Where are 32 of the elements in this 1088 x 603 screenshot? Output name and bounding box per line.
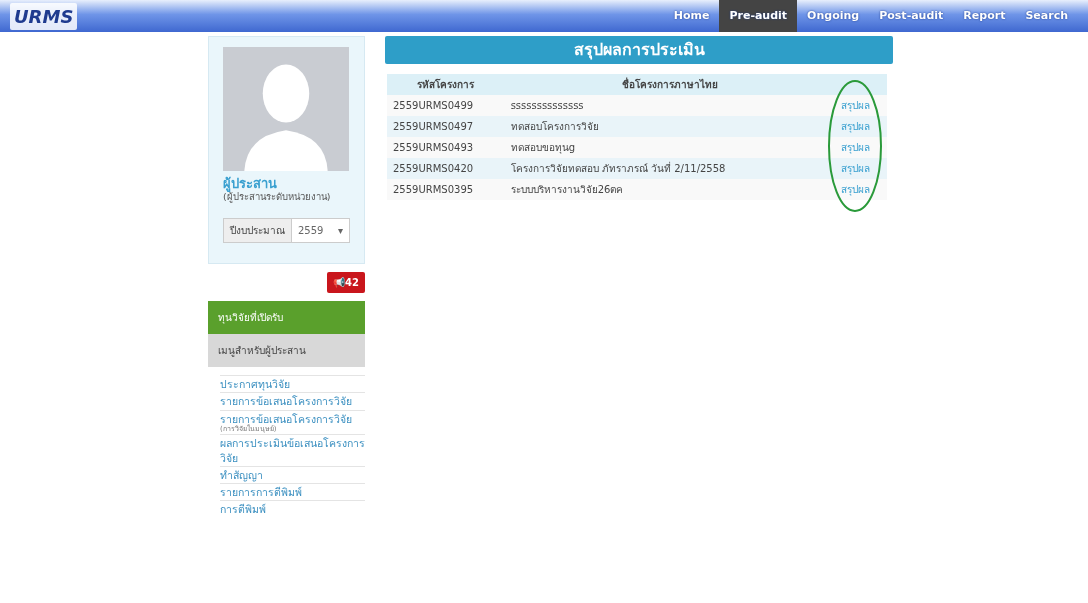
table-cell: 2559URMS0395: [387, 179, 505, 200]
page-title: สรุปผลการประเมิน: [385, 36, 893, 64]
user-role: (ผู้ประสานระดับหน่วยงาน): [223, 191, 332, 205]
menu-link[interactable]: ประกาศทุนวิจัย: [220, 375, 365, 393]
logo: URMS: [10, 2, 78, 30]
menu-link[interactable]: การตีพิมพ์: [220, 500, 365, 518]
nav-tab[interactable]: Home: [663, 0, 720, 33]
nav-tab[interactable]: Ongoing: [797, 0, 870, 33]
nav-tab[interactable]: Search: [1015, 0, 1078, 33]
table-cell: 2559URMS0497: [387, 116, 505, 137]
table-cell: ทดสอบโครงการวิจัย: [504, 116, 835, 137]
notification-button[interactable]: 📢42: [327, 272, 365, 294]
menu-link[interactable]: ผลการประเมินข้อเสนอโครงการวิจัย: [220, 434, 365, 466]
table-cell: ทดสอบขอทุนg: [504, 137, 835, 158]
table-cell: ระบบบริหารงานวิจัย26ตค: [504, 179, 835, 200]
menu-link[interactable]: ทำสัญญา: [220, 465, 365, 483]
table-cell: ssssssssssssss: [504, 95, 835, 116]
nav-tab[interactable]: Pre-audit: [719, 0, 798, 33]
nav-tab[interactable]: Report: [953, 0, 1016, 33]
table-cell: 2559URMS0420: [387, 158, 505, 179]
column-header: ชื่อโครงการภาษาไทย: [504, 74, 835, 95]
table-cell: โครงการวิจัยทดสอบ ภัทราภรณ์ วันที่ 2/11/2558: [504, 158, 835, 179]
table-cell: 2559URMS0493: [387, 137, 505, 158]
table-cell: 2559URMS0499: [387, 95, 505, 116]
column-header: รหัสโครงการ: [387, 74, 505, 95]
year-select[interactable]: ปีงบประมาณ 2559 ▾: [223, 218, 350, 244]
menu-header: เมนูสำหรับผู้ประสาน: [208, 334, 365, 368]
user-name: ผู้ประสาน: [223, 177, 278, 190]
menu-link[interactable]: รายการการตีพิมพ์: [220, 482, 365, 501]
menu-link[interactable]: รายการข้อเสนอโครงการวิจัย: [220, 392, 365, 410]
nav-tab[interactable]: Post-audit: [869, 0, 954, 33]
funding-header[interactable]: ทุนวิจัยที่เปิดรับ: [208, 301, 365, 335]
